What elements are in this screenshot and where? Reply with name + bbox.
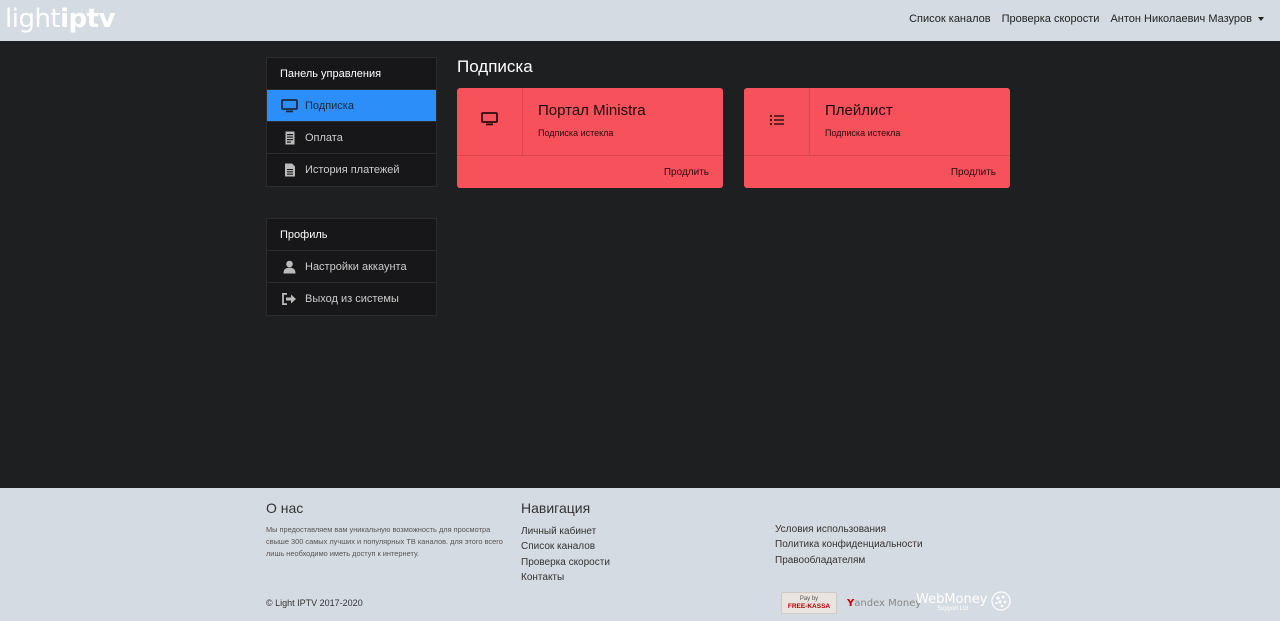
sidebar-item-label: Оплата (305, 131, 343, 144)
footer-link-cabinet[interactable]: Личный кабинет (521, 524, 610, 539)
yandex-money-logo: Yandex Money (847, 597, 922, 609)
top-nav: Список каналов Проверка скорости Антон Н… (909, 0, 1264, 37)
footer-about: О нас Мы предоставляем вам уникальную во… (266, 500, 511, 560)
sidebar-item-label: Настройки аккаунта (305, 260, 407, 273)
footer-link-channels[interactable]: Список каналов (521, 539, 610, 554)
user-name: Антон Николаевич Мазуров (1110, 12, 1252, 25)
card-status: Подписка истекла (825, 128, 901, 138)
subscription-card-ministra: Портал Ministra Подписка истекла Продлит… (457, 88, 723, 188)
renew-button[interactable]: Продлить (951, 167, 996, 178)
footer-navigation: Навигация Личный кабинет Список каналов … (521, 500, 610, 585)
subscription-card-playlist: Плейлист Подписка истекла Продлить (744, 88, 1010, 188)
footer-link-terms[interactable]: Условия использования (775, 522, 923, 537)
monitor-icon (281, 98, 298, 114)
document-icon (281, 162, 298, 178)
sidebar-item-label: Подписка (305, 99, 354, 112)
navigation-title: Навигация (521, 500, 591, 516)
renew-button[interactable]: Продлить (664, 167, 709, 178)
about-text: Мы предоставляем вам уникальную возможно… (266, 525, 503, 558)
caret-down-icon (1258, 16, 1264, 21)
logo[interactable]: light iptv (5, 3, 116, 35)
page-title: Подписка (457, 57, 533, 76)
card-icon-area (744, 88, 810, 155)
card-title: Плейлист (825, 102, 893, 119)
monitor-icon (481, 112, 498, 131)
sidebar-item-subscription[interactable]: Подписка (267, 90, 436, 122)
webmoney-globe-icon (991, 590, 1012, 616)
sidebar-item-label: История платежей (305, 164, 400, 176)
profile-title: Профиль (267, 219, 436, 251)
free-kassa-logo: Pay by FREE-KASSA (781, 592, 837, 614)
control-panel-title: Панель управления (267, 58, 436, 90)
webmoney-logo: WebMoney Support Ltd (916, 590, 1012, 616)
footer-link-copyright-holders[interactable]: Правообладателям (775, 553, 923, 568)
sign-out-icon (281, 291, 298, 307)
sidebar-item-sign-out[interactable]: Выход из системы (267, 283, 436, 315)
copyright: © Light IPTV 2017-2020 (266, 598, 363, 608)
sidebar-item-payment-history[interactable]: История платежей (267, 154, 436, 186)
nav-channel-list-link[interactable]: Список каналов (909, 13, 991, 25)
sidebar-item-label: Выход из системы (305, 293, 399, 305)
sidebar-item-account-settings[interactable]: Настройки аккаунта (267, 251, 436, 283)
logo-light: light (5, 4, 61, 34)
control-panel-menu: Панель управления Подписка Оплата Истори… (266, 57, 437, 187)
receipt-icon (281, 130, 298, 146)
footer: О нас Мы предоставляем вам уникальную во… (0, 488, 1280, 621)
card-title: Портал Ministra (538, 102, 646, 119)
footer-link-privacy[interactable]: Политика конфиденциальности (775, 537, 923, 552)
footer-link-contacts[interactable]: Контакты (521, 570, 610, 585)
card-icon-area (457, 88, 523, 155)
sidebar-item-payment[interactable]: Оплата (267, 122, 436, 154)
about-title: О нас (266, 500, 304, 516)
top-navbar: light iptv Список каналов Проверка скорос… (0, 0, 1280, 41)
nav-speed-test-link[interactable]: Проверка скорости (1002, 13, 1100, 25)
card-status: Подписка истекла (538, 128, 614, 138)
logo-iptv: iptv (60, 4, 116, 34)
card-footer: Продлить (457, 155, 723, 188)
user-icon (281, 259, 298, 275)
profile-menu: Профиль Настройки аккаунта Выход из сист… (266, 218, 437, 316)
footer-legal: Условия использования Политика конфиденц… (775, 522, 923, 568)
card-footer: Продлить (744, 155, 1010, 188)
user-menu-dropdown[interactable]: Антон Николаевич Мазуров (1110, 13, 1264, 25)
footer-link-speed-test[interactable]: Проверка скорости (521, 555, 610, 570)
list-icon (769, 113, 784, 131)
